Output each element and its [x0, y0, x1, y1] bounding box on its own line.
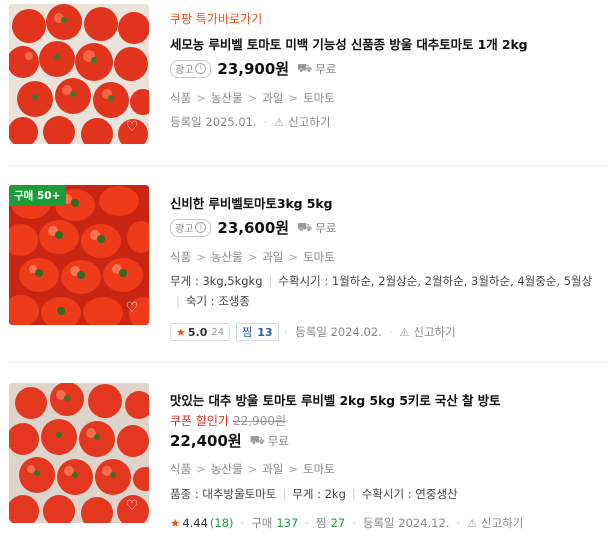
product-item-3: ♡ 맛있는 대추 방울 토마토 루비벨 2kg 5kg 5키로 국산 찰 방토 …	[0, 363, 607, 541]
shipping-label: 무료	[267, 433, 289, 448]
report-link[interactable]: 신고하기	[413, 324, 455, 340]
registered-date: 등록일 2024.12.	[362, 516, 450, 530]
truck-icon: ⛟	[297, 219, 313, 234]
coupon-label: 쿠폰 할인가	[170, 414, 230, 428]
heart-icon[interactable]: ♡	[124, 300, 140, 316]
ad-badge[interactable]: 광고 i	[170, 59, 212, 78]
category-breadcrumb: 식품 > 농산물 > 과일 > 토마토	[170, 91, 335, 105]
ad-badge[interactable]: 광고 i	[170, 218, 212, 237]
category-link[interactable]: 식품	[170, 462, 191, 476]
spec-weight: 무게 : 2kg	[292, 487, 346, 501]
product-thumbnail[interactable]: 구매 50+ ♡	[9, 185, 149, 325]
category-link[interactable]: 토마토	[303, 462, 335, 476]
price: 22,400원	[170, 432, 242, 450]
siren-icon: ⚠	[274, 115, 285, 129]
rating[interactable]: ★ 4.44 (18)	[170, 516, 234, 530]
product-title[interactable]: 신비한 루비벨토마토3kg 5kg	[170, 193, 333, 212]
category-link[interactable]: 토마토	[303, 91, 335, 105]
category-link[interactable]: 과일	[262, 91, 283, 105]
star-icon: ★	[170, 516, 181, 530]
product-item-2: 구매 50+ ♡ 신비한 루비벨토마토3kg 5kg 광고 i 23,600원 ⛟…	[0, 166, 607, 362]
info-icon: i	[195, 63, 207, 74]
product-thumbnail[interactable]: ♡	[9, 4, 149, 144]
category-link[interactable]: 과일	[262, 462, 283, 476]
product-thumbnail[interactable]: ♡	[9, 383, 149, 523]
category-breadcrumb: 식품 > 농산물 > 과일 > 토마토	[170, 462, 335, 476]
purchase-count: 구매 137	[251, 516, 299, 530]
category-link[interactable]: 식품	[170, 250, 191, 264]
zzim-box[interactable]: 찜 13	[236, 323, 279, 341]
zzim-count[interactable]: 찜 27	[316, 515, 345, 531]
registered-date: 등록일 2024.02.	[295, 325, 382, 339]
category-link[interactable]: 식품	[170, 91, 191, 105]
product-title[interactable]: 맛있는 대추 방울 토마토 루비벨 2kg 5kg 5키로 국산 찰 방토	[170, 390, 501, 409]
spec-harvest: 수확시기 : 연중생산	[361, 487, 458, 501]
rating-box[interactable]: ★ 5.0 24	[170, 323, 231, 341]
purchase-badge: 구매 50+	[9, 185, 67, 206]
category-link[interactable]: 토마토	[303, 250, 335, 264]
spec-weight: 무게 : 3kg,5kgkg	[170, 274, 263, 288]
category-link[interactable]: 과일	[262, 250, 283, 264]
category-link[interactable]: 농산물	[211, 250, 243, 264]
price: 23,900원	[217, 60, 290, 78]
product-title[interactable]: 세모농 루비벨 토마토 미백 기능성 신품종 방울 대추토마토 1개 2kg	[170, 34, 528, 53]
registered-date: 등록일 2025.01.	[170, 115, 257, 129]
spec-maturity: 숙기 : 조생종	[185, 294, 250, 308]
product-specs: 무게 : 3kg,5kgkg | 수확시기 : 1월하순, 2월상순, 2월하순, …	[170, 274, 593, 308]
heart-icon[interactable]: ♡	[124, 119, 140, 135]
truck-icon: ⛟	[249, 432, 265, 447]
original-price: 22,900원	[233, 414, 287, 428]
spec-harvest: 수확시기 : 1월하순, 2월상순, 2월하순, 3월하순, 4월중순, 5월상	[278, 274, 593, 288]
star-icon: ★	[176, 325, 186, 339]
category-link[interactable]: 농산물	[211, 462, 243, 476]
category-link[interactable]: 농산물	[211, 91, 243, 105]
siren-icon: ⚠	[399, 325, 410, 339]
spec-variety: 품종 : 대추방울토마토	[170, 487, 277, 501]
shipping-label: 무료	[315, 61, 337, 76]
category-breadcrumb: 식품 > 농산물 > 과일 > 토마토	[170, 250, 335, 264]
shipping-label: 무료	[315, 220, 337, 235]
product-specs: 품종 : 대추방울토마토 | 무게 : 2kg | 수확시기 : 연중생산	[170, 487, 458, 501]
report-link[interactable]: 신고하기	[481, 515, 523, 531]
report-link[interactable]: 신고하기	[288, 114, 330, 130]
product-item-1: ♡ 쿠팡 특가바로가기 세모농 루비벨 토마토 미백 기능성 신품종 방울 대추…	[0, 0, 607, 165]
info-icon: i	[195, 222, 207, 233]
truck-icon: ⛟	[297, 60, 313, 75]
promo-link[interactable]: 쿠팡 특가바로가기	[170, 10, 262, 27]
coupon-price-line: 쿠폰 할인가 22,900원	[170, 412, 286, 429]
price: 23,600원	[217, 219, 290, 237]
siren-icon: ⚠	[467, 516, 477, 530]
heart-icon[interactable]: ♡	[124, 498, 140, 514]
